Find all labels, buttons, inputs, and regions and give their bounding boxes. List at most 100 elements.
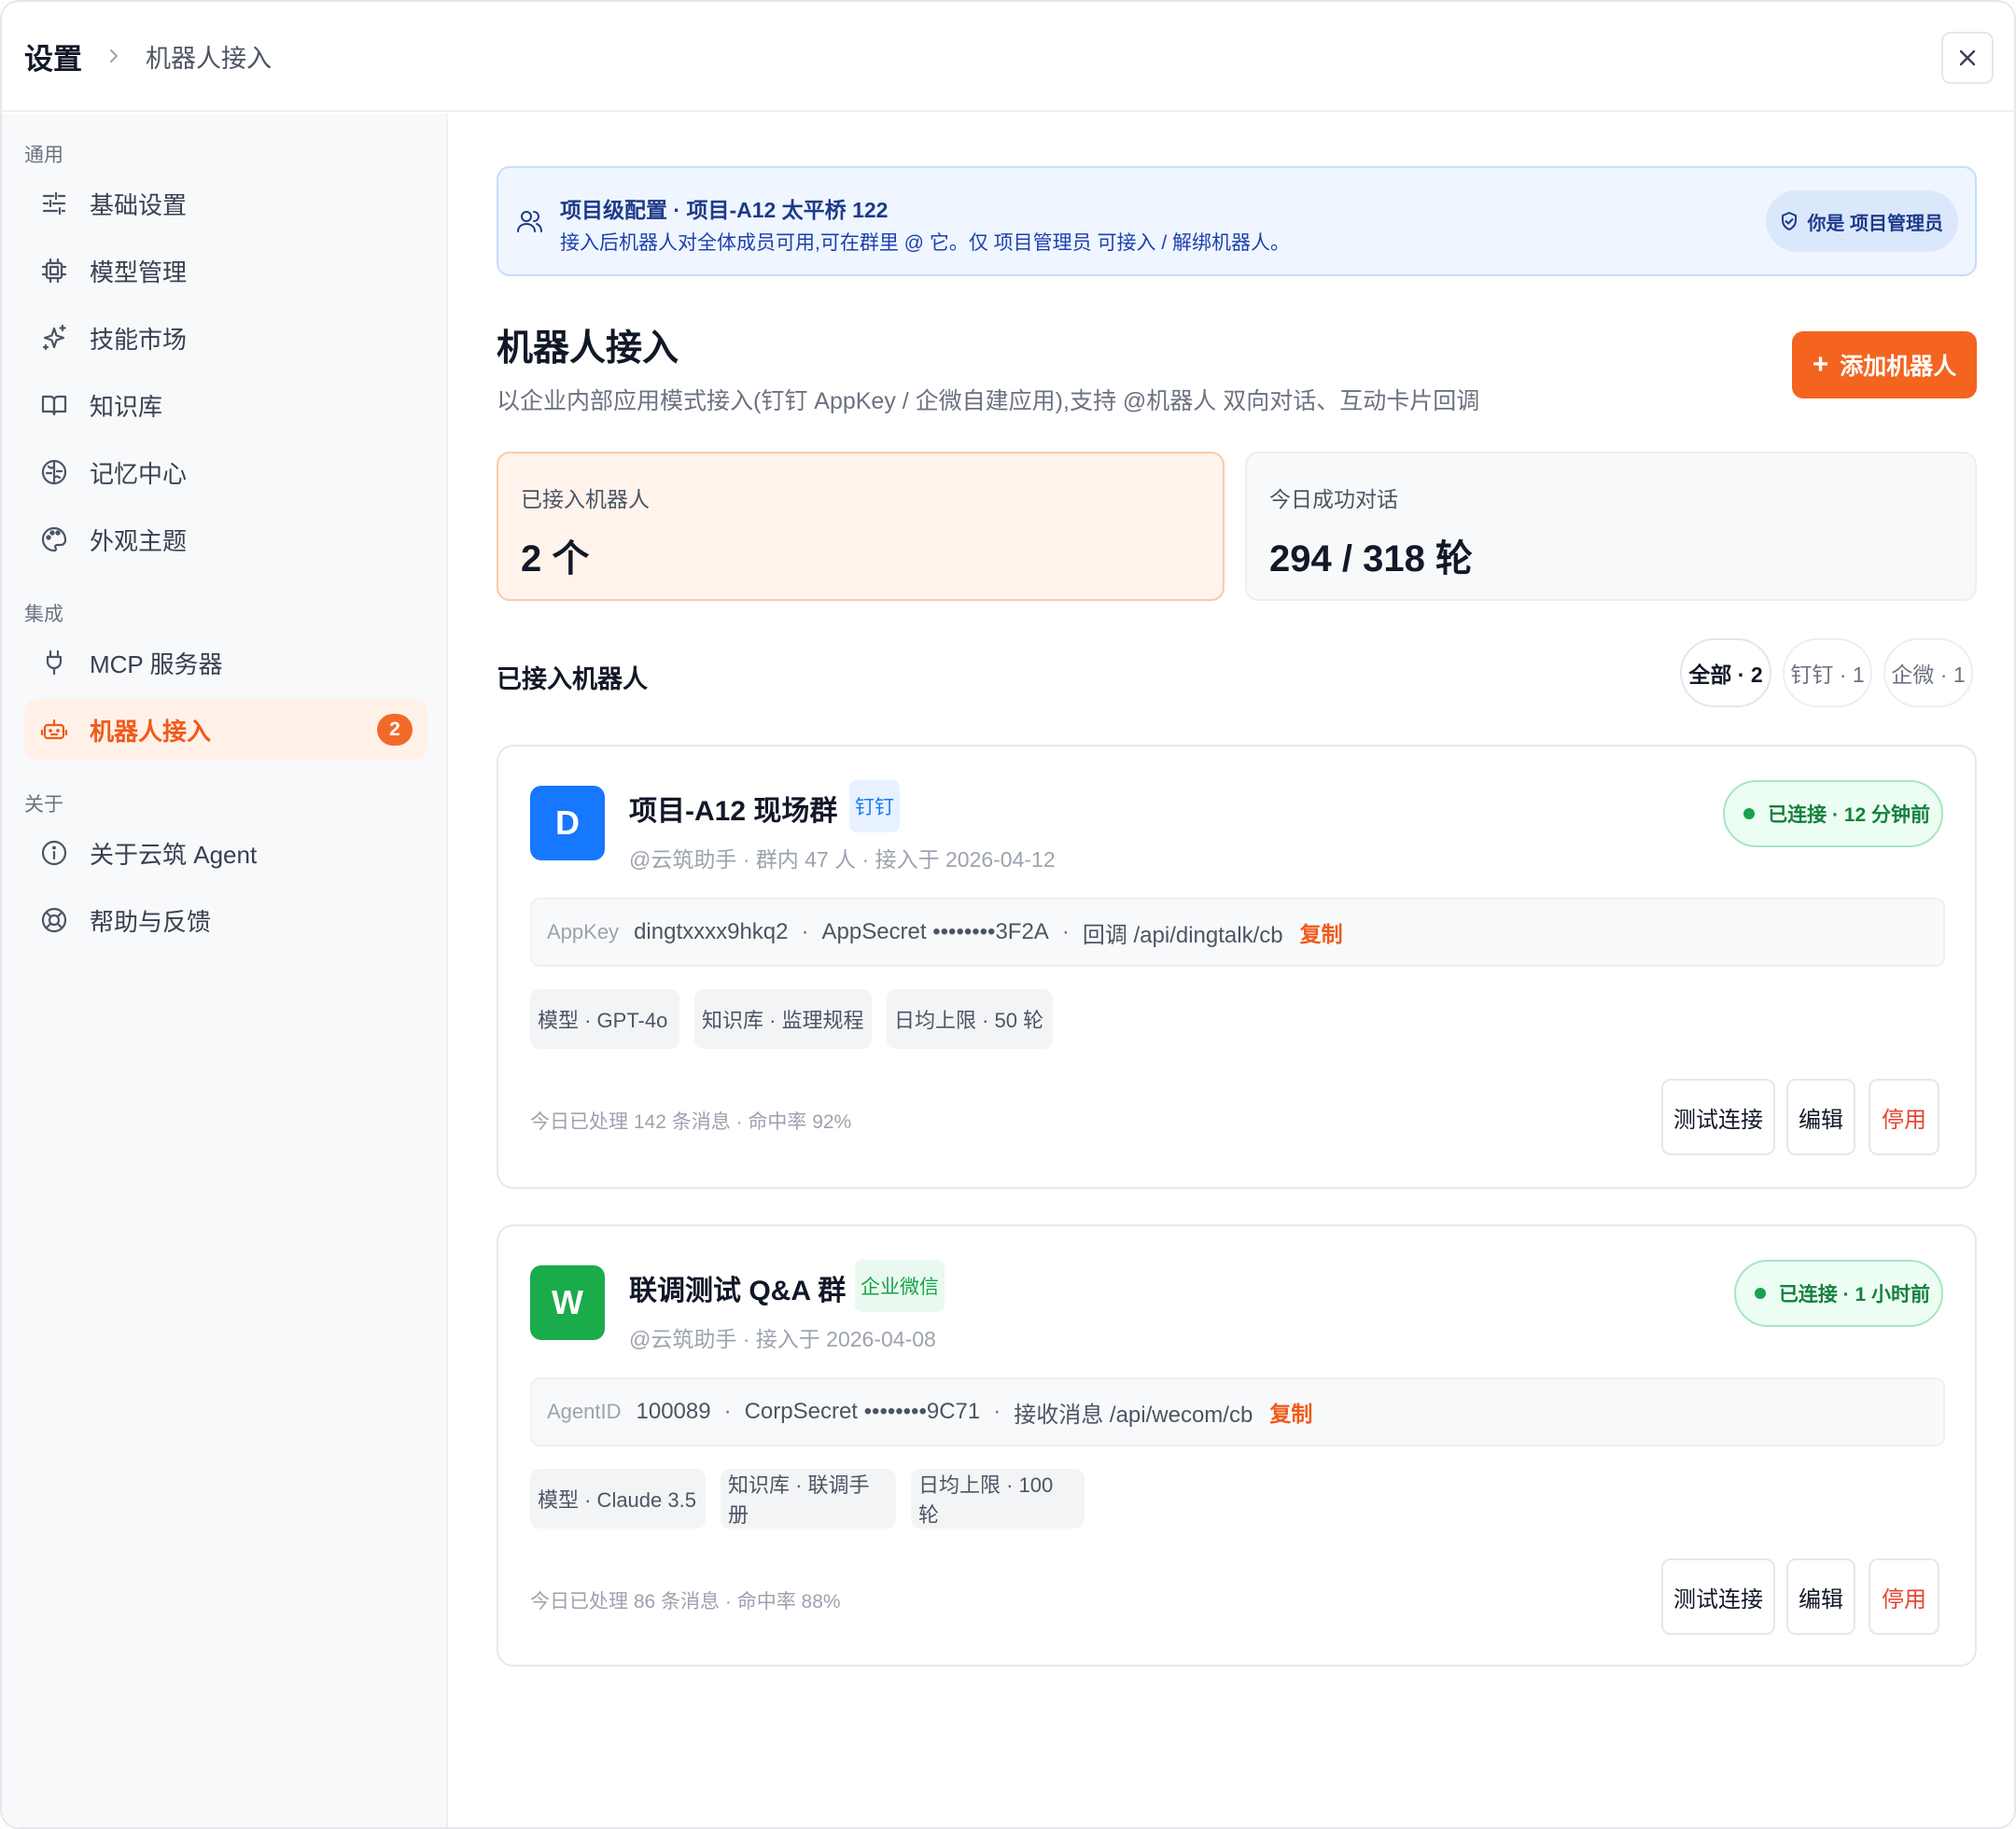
- info-icon: [39, 838, 69, 868]
- sidebar-item-label: MCP 服务器: [90, 649, 223, 678]
- add-bot-button[interactable]: + 添加机器人: [1792, 331, 1977, 398]
- edit-button[interactable]: 编辑: [1786, 1079, 1855, 1155]
- bot-meta: @云筑助手 · 群内 47 人 · 接入于 2026-04-12: [629, 847, 1056, 872]
- count-badge: 2: [377, 714, 413, 746]
- cred-callback: 回调 /api/dingtalk/cb: [1082, 922, 1283, 948]
- copy-button[interactable]: 复制: [1269, 1396, 1312, 1428]
- bot-card-dingtalk: D 项目-A12 现场群 钉钉 @云筑助手 · 群内 47 人 · 接入于 20…: [497, 745, 1977, 1189]
- sidebar-item-about[interactable]: 关于云筑 Agent: [24, 822, 427, 884]
- users-icon: [517, 211, 542, 232]
- brain-icon: [39, 457, 69, 487]
- role-badge: 你是 项目管理员: [1766, 190, 1958, 252]
- stat-label: 已接入机器人: [521, 487, 650, 511]
- sidebar-item-label: 机器人接入: [90, 717, 212, 746]
- bot-daily-stats: 今日已处理 142 条消息 · 命中率 92%: [530, 1111, 852, 1133]
- sidebar-item-label: 基础设置: [90, 190, 188, 219]
- sidebar-item-help-feedback[interactable]: 帮助与反馈: [24, 889, 427, 951]
- role-badge-label: 你是 项目管理员: [1807, 213, 1943, 234]
- project-scope-banner: 项目级配置 · 项目-A12 太平桥 122 接入后机器人对全体成员可用,可在群…: [497, 166, 1977, 276]
- disable-button[interactable]: 停用: [1869, 1558, 1939, 1635]
- sidebar-item-label: 模型管理: [90, 258, 188, 286]
- disable-button[interactable]: 停用: [1869, 1079, 1939, 1155]
- sidebar-item-label: 帮助与反馈: [90, 907, 212, 936]
- status-dot-icon: [1743, 808, 1756, 819]
- settings-window: 设置 机器人接入 通用 基础设置 模型管理 技能市场 知识库 记忆中心 外观主题…: [0, 0, 2016, 1829]
- test-connection-button[interactable]: 测试连接: [1661, 1079, 1775, 1155]
- sidebar-section-general: 通用: [24, 145, 63, 166]
- bot-avatar: W: [530, 1265, 605, 1340]
- filter-wecom[interactable]: 企微 · 1: [1883, 638, 1973, 707]
- bot-name: 联调测试 Q&A 群: [629, 1276, 847, 1306]
- sidebar-item-memory-center[interactable]: 记忆中心: [24, 441, 427, 503]
- filter-all[interactable]: 全部 · 2: [1680, 638, 1771, 707]
- credentials-bar: AppKey dingtxxxx9hkq2 · AppSecret ••••••…: [530, 898, 1945, 967]
- shield-check-icon: [1782, 212, 1798, 230]
- page-subtitle: 以企业内部应用模式接入(钉钉 AppKey / 企微自建应用),支持 @机器人 …: [497, 388, 1480, 414]
- close-icon: [1959, 49, 1976, 66]
- status-badge: 已连接 · 12 分钟前: [1723, 780, 1943, 847]
- platform-tag: 钉钉: [849, 780, 900, 832]
- cred-agent-id: 100089: [636, 1399, 711, 1424]
- close-button[interactable]: [1941, 32, 1994, 84]
- sidebar-item-label: 记忆中心: [90, 459, 188, 488]
- bot-meta: @云筑助手 · 接入于 2026-04-08: [629, 1327, 936, 1351]
- sidebar-item-label: 技能市场: [90, 325, 188, 354]
- bot-avatar: D: [530, 786, 605, 860]
- book-icon: [39, 390, 69, 420]
- sidebar-section-about: 关于: [24, 794, 63, 816]
- plus-icon: +: [1812, 349, 1829, 380]
- config-chip-limit: 日均上限 · 100 轮: [911, 1469, 1085, 1529]
- status-dot-icon: [1754, 1288, 1766, 1299]
- sidebar-item-knowledge-base[interactable]: 知识库: [24, 374, 427, 436]
- stat-today-conversations: 今日成功对话 294 / 318 轮: [1245, 452, 1977, 601]
- sidebar-section-integration: 集成: [24, 604, 63, 625]
- sidebar-item-mcp-server[interactable]: MCP 服务器: [24, 632, 427, 693]
- banner-description: 接入后机器人对全体成员可用,可在群里 @ 它。仅 项目管理员 可接入 / 解绑机…: [560, 232, 1290, 254]
- bot-name: 项目-A12 现场群: [629, 796, 838, 827]
- sidebar-item-bot-integration[interactable]: 机器人接入 2: [24, 699, 427, 761]
- status-text: 已连接 · 1 小时前: [1778, 1284, 1930, 1305]
- bot-list-title: 已接入机器人: [497, 665, 648, 693]
- filter-dingtalk[interactable]: 钉钉 · 1: [1783, 638, 1872, 707]
- sidebar-item-label: 关于云筑 Agent: [90, 840, 258, 869]
- cred-key-label: AgentID: [547, 1400, 622, 1423]
- plug-icon: [39, 648, 69, 677]
- config-chip-model: 模型 · Claude 3.5: [530, 1469, 706, 1529]
- sidebar-item-model-management[interactable]: 模型管理: [24, 240, 427, 301]
- cred-corp-secret: CorpSecret ••••••••9C71: [744, 1399, 981, 1424]
- config-chip-model: 模型 · GPT-4o: [530, 989, 679, 1049]
- test-connection-button[interactable]: 测试连接: [1661, 1558, 1775, 1635]
- config-chip-limit: 日均上限 · 50 轮: [887, 989, 1053, 1049]
- chip-icon: [39, 256, 69, 286]
- cred-callback: 接收消息 /api/wecom/cb: [1014, 1402, 1253, 1428]
- main-content: 项目级配置 · 项目-A12 太平桥 122 接入后机器人对全体成员可用,可在群…: [450, 114, 2014, 1827]
- credentials-bar: AgentID 100089 · CorpSecret ••••••••9C71…: [530, 1377, 1945, 1446]
- bot-icon: [39, 715, 69, 745]
- stat-label: 今日成功对话: [1269, 487, 1398, 511]
- stat-connected-bots: 已接入机器人 2 个: [497, 452, 1225, 601]
- lifebuoy-icon: [39, 905, 69, 935]
- status-badge: 已连接 · 1 小时前: [1733, 1260, 1943, 1327]
- edit-button[interactable]: 编辑: [1786, 1558, 1855, 1635]
- config-chip-knowledge: 知识库 · 联调手册: [721, 1469, 896, 1529]
- cred-app-secret: AppSecret ••••••••3F2A: [821, 919, 1049, 944]
- breadcrumb-current: 机器人接入: [146, 44, 272, 73]
- bot-daily-stats: 今日已处理 86 条消息 · 命中率 88%: [530, 1591, 841, 1613]
- sidebar-item-basic-settings[interactable]: 基础设置: [24, 173, 427, 234]
- add-bot-button-label: 添加机器人: [1840, 354, 1957, 380]
- sidebar-item-skill-market[interactable]: 技能市场: [24, 307, 427, 369]
- bot-card-wecom: W 联调测试 Q&A 群 企业微信 @云筑助手 · 接入于 2026-04-08…: [497, 1224, 1977, 1667]
- sparkles-icon: [39, 323, 69, 353]
- sliders-icon: [39, 188, 69, 218]
- sidebar-item-label: 外观主题: [90, 526, 188, 555]
- copy-button[interactable]: 复制: [1300, 916, 1343, 948]
- cred-key-label: AppKey: [547, 920, 620, 943]
- cred-app-key: dingtxxxx9hkq2: [634, 919, 789, 944]
- sidebar-item-appearance[interactable]: 外观主题: [24, 509, 427, 570]
- page-title: 机器人接入: [497, 328, 679, 369]
- stat-value: 2 个: [521, 538, 590, 579]
- breadcrumb-root[interactable]: 设置: [24, 35, 82, 77]
- banner-title: 项目级配置 · 项目-A12 太平桥 122: [560, 198, 889, 222]
- stat-value: 294 / 318 轮: [1269, 538, 1473, 579]
- platform-tag: 企业微信: [855, 1260, 945, 1312]
